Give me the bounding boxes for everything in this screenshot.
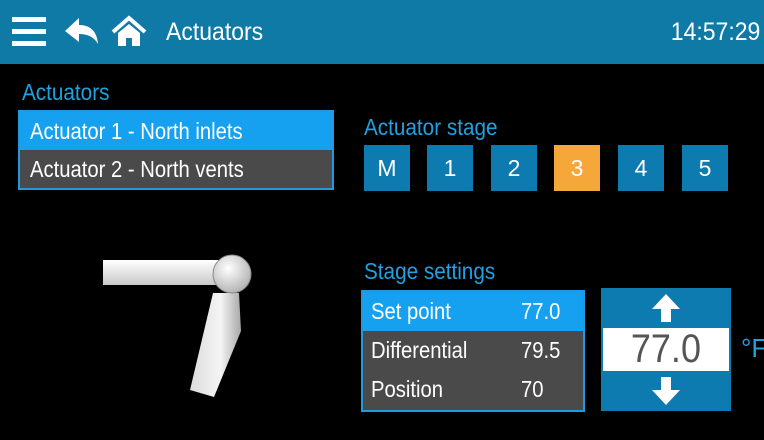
increment-button[interactable]	[601, 288, 731, 328]
stage-button-5[interactable]: 5	[682, 145, 728, 191]
top-bar: Actuators 14:57:29	[0, 0, 764, 64]
page-title: Actuators	[166, 18, 264, 46]
actuator-list-item[interactable]: Actuator 2 - North vents	[20, 150, 332, 188]
stage-button-4[interactable]: 4	[618, 145, 664, 191]
stage-button-3[interactable]: 3	[554, 145, 600, 191]
value-spinner: 77.0	[601, 288, 731, 411]
stage-button-1[interactable]: 1	[427, 145, 473, 191]
value-display[interactable]: 77.0	[603, 328, 729, 371]
setting-value: 77.0	[521, 298, 561, 324]
setting-label: Differential	[371, 337, 468, 363]
stage-button-m[interactable]: M	[364, 145, 410, 191]
setting-label: Set point	[371, 298, 451, 324]
actuator-list-item[interactable]: Actuator 1 - North inlets	[20, 112, 332, 150]
actuators-label: Actuators	[22, 79, 110, 105]
stage-button-2[interactable]: 2	[491, 145, 537, 191]
setting-row-set-point[interactable]: Set point 77.0	[363, 292, 583, 331]
arrow-up-icon	[652, 294, 680, 322]
decrement-button[interactable]	[601, 371, 731, 411]
stage-settings-table: Set point 77.0 Differential 79.5 Positio…	[361, 290, 585, 412]
menu-icon[interactable]	[12, 14, 48, 50]
actuator-illustration	[103, 254, 252, 397]
actuator-list: Actuator 1 - North inlets Actuator 2 - N…	[18, 110, 334, 190]
setting-value: 70	[521, 376, 544, 402]
unit-label: °F	[741, 333, 764, 363]
actuator-stage-label: Actuator stage	[364, 114, 498, 140]
home-icon[interactable]	[110, 14, 148, 50]
setting-row-differential[interactable]: Differential 79.5	[363, 331, 583, 370]
setting-row-position[interactable]: Position 70	[363, 370, 583, 409]
setting-value: 79.5	[521, 337, 561, 363]
back-icon[interactable]	[64, 14, 100, 50]
clock: 14:57:29	[670, 18, 760, 46]
setting-label: Position	[371, 376, 444, 402]
stage-settings-label: Stage settings	[364, 258, 496, 284]
arrow-down-icon	[652, 377, 680, 405]
